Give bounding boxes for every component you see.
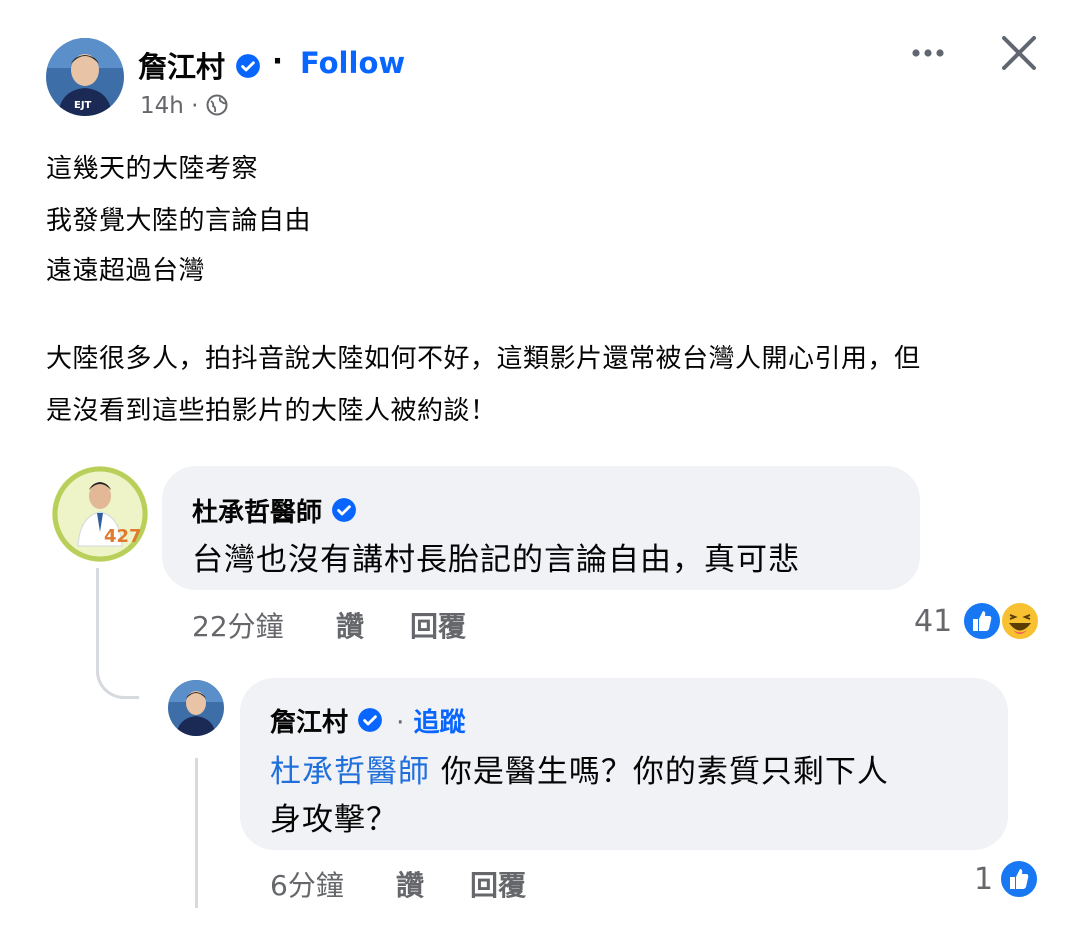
reply-text-content: 你是醫生嗎？你的素質只剩下人 (430, 754, 889, 790)
avatar-badge-text: 427 (104, 526, 142, 547)
post-text-line-4: 大陸很多人，拍抖音說大陸如何不好，這類影片還常被台灣人開心引用，但 (46, 344, 921, 374)
post-author-name[interactable]: 詹江村 (138, 44, 261, 86)
verified-badge-icon (331, 497, 357, 530)
like-reaction-icon[interactable] (998, 858, 1040, 900)
svg-text:EJT: EJT (74, 100, 92, 111)
post-time-label[interactable]: 14h (140, 93, 184, 119)
post-text-line-2: 我發覺大陸的言論自由 (46, 206, 312, 236)
reply-like-button[interactable]: 讚 (396, 864, 424, 904)
globe-icon (206, 94, 228, 122)
verified-badge-icon (357, 707, 383, 740)
comment-reaction-count[interactable]: 41 (914, 604, 952, 639)
verified-badge-icon (235, 52, 261, 86)
replier-avatar[interactable] (168, 680, 224, 736)
reply-text-line-2: 身攻擊？ (270, 802, 398, 838)
reply-author-name[interactable]: 詹江村 · 追蹤 (270, 702, 465, 740)
post-author-label[interactable]: 詹江村 (138, 50, 225, 84)
reply-text-line-1: 杜承哲醫師 你是醫生嗎？你的素質只剩下人 (270, 746, 889, 791)
close-icon[interactable] (996, 30, 1042, 76)
comment-text: 台灣也沒有講村長胎記的言論自由，真可悲 (192, 542, 800, 578)
name-follow-separator: · (272, 44, 284, 78)
comment-reply-button[interactable]: 回覆 (410, 605, 466, 645)
reply-separator: · (396, 708, 405, 738)
post-text-line-5: 是沒看到這些拍影片的大陸人被約談！ (46, 396, 497, 426)
reply-author-label[interactable]: 詹江村 (270, 708, 348, 738)
comment-like-button[interactable]: 讚 (336, 605, 364, 645)
reply-follow-button[interactable]: 追蹤 (413, 708, 465, 738)
comment-author-label[interactable]: 杜承哲醫師 (192, 498, 322, 528)
author-avatar[interactable]: EJT (46, 38, 124, 116)
reply-reply-button[interactable]: 回覆 (470, 864, 526, 904)
reply-timestamp[interactable]: 6分鐘 (270, 864, 344, 904)
more-options-icon[interactable] (906, 36, 950, 70)
mention-link[interactable]: 杜承哲醫師 (270, 754, 430, 790)
reply-reaction-count[interactable]: 1 (974, 862, 993, 897)
haha-reaction-icon (1000, 601, 1040, 641)
comment-author-name[interactable]: 杜承哲醫師 (192, 492, 357, 530)
thread-connector-line (96, 568, 139, 699)
post-text-line-1: 這幾天的大陸考察 (46, 154, 259, 184)
commenter-avatar[interactable]: 427 (52, 466, 148, 562)
reactions[interactable] (960, 600, 1044, 642)
post-timestamp[interactable]: 14h · (140, 93, 228, 122)
post-text-line-3: 遠遠超過台灣 (46, 256, 206, 286)
like-reaction-icon (962, 601, 1002, 641)
time-dot: · (191, 93, 199, 119)
comment-timestamp[interactable]: 22分鐘 (192, 605, 284, 645)
follow-button[interactable]: Follow (300, 46, 405, 80)
reply-thread-line (195, 758, 198, 908)
